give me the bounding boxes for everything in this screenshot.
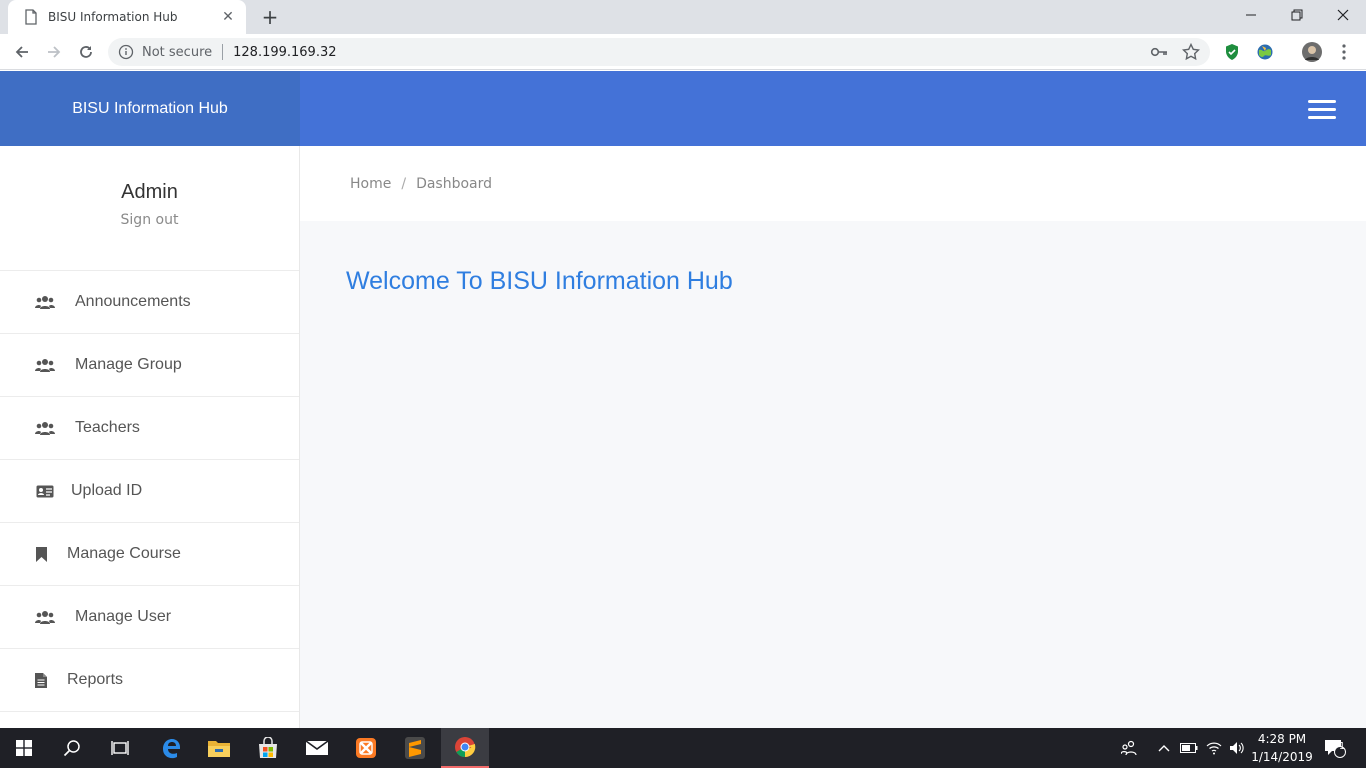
forward-button[interactable] bbox=[42, 40, 66, 64]
globe-extension-icon[interactable] bbox=[1255, 42, 1275, 62]
notification-center-icon[interactable]: 1 bbox=[1320, 728, 1350, 768]
clock-date: 1/14/2019 bbox=[1251, 750, 1313, 764]
info-icon[interactable] bbox=[118, 44, 134, 60]
sidebar-item-teachers[interactable]: Teachers bbox=[0, 397, 299, 460]
sidebar-item-label: Manage Group bbox=[75, 356, 182, 373]
people-icon[interactable] bbox=[1116, 728, 1142, 768]
key-icon[interactable] bbox=[1150, 44, 1168, 60]
edge-browser-icon[interactable] bbox=[147, 728, 195, 768]
sidebar-item-reports[interactable]: Reports bbox=[0, 649, 299, 712]
chrome-icon[interactable] bbox=[441, 728, 489, 768]
address-bar[interactable]: Not secure 128.199.169.32 bbox=[108, 38, 1210, 66]
sign-out-link[interactable]: Sign out bbox=[0, 212, 299, 228]
security-label: Not secure bbox=[142, 44, 213, 60]
back-button[interactable] bbox=[10, 40, 34, 64]
windows-taskbar: 4:28 PM 1/14/2019 1 bbox=[0, 728, 1366, 768]
notification-count: 1 bbox=[1338, 741, 1346, 752]
system-clock[interactable]: 4:28 PM 1/14/2019 bbox=[1250, 730, 1314, 766]
browser-tabstrip: BISU Information Hub ✕ + bbox=[0, 0, 1366, 34]
brand-title[interactable]: BISU Information Hub bbox=[72, 100, 228, 118]
users-icon bbox=[35, 420, 55, 436]
bookmark-icon bbox=[35, 546, 47, 562]
task-view-icon[interactable] bbox=[96, 728, 144, 768]
id-card-icon bbox=[35, 483, 55, 499]
reload-button[interactable] bbox=[74, 40, 98, 64]
sidebar: Admin Sign out Announcements Manage Grou… bbox=[0, 146, 300, 728]
page-icon bbox=[24, 9, 38, 25]
users-icon bbox=[35, 294, 55, 310]
profile-avatar[interactable] bbox=[1302, 42, 1322, 62]
sublime-text-icon[interactable] bbox=[391, 728, 439, 768]
sidebar-item-label: Reports bbox=[67, 671, 124, 688]
file-explorer-icon[interactable] bbox=[195, 728, 243, 768]
sidebar-item-label: Manage Course bbox=[67, 545, 181, 562]
volume-icon[interactable] bbox=[1226, 728, 1248, 768]
battery-icon[interactable] bbox=[1178, 728, 1200, 768]
store-icon[interactable] bbox=[244, 728, 292, 768]
sidebar-item-announcements[interactable]: Announcements bbox=[0, 271, 299, 334]
clock-time: 4:28 PM bbox=[1257, 732, 1307, 746]
sidebar-item-label: Teachers bbox=[75, 419, 140, 436]
address-separator bbox=[222, 44, 224, 60]
bookmark-star-icon[interactable] bbox=[1182, 43, 1200, 61]
users-icon bbox=[35, 357, 55, 373]
breadcrumb-current: Dashboard bbox=[416, 175, 493, 192]
sidebar-item-manage-user[interactable]: Manage User bbox=[0, 586, 299, 649]
wifi-icon[interactable] bbox=[1203, 728, 1225, 768]
chrome-menu-icon[interactable] bbox=[1334, 42, 1354, 62]
close-window-button[interactable] bbox=[1320, 0, 1366, 30]
hamburger-menu-icon[interactable] bbox=[1308, 100, 1336, 120]
breadcrumb-home[interactable]: Home bbox=[350, 176, 391, 192]
new-tab-button[interactable]: + bbox=[258, 5, 282, 29]
tab-title: BISU Information Hub bbox=[48, 10, 178, 24]
sidebar-item-upload-id[interactable]: Upload ID bbox=[0, 460, 299, 523]
page-title: Welcome To BISU Information Hub bbox=[346, 267, 733, 295]
browser-tab[interactable]: BISU Information Hub ✕ bbox=[8, 0, 246, 34]
brand-header[interactable]: BISU Information Hub bbox=[0, 71, 300, 146]
browser-toolbar: Not secure 128.199.169.32 bbox=[0, 34, 1366, 70]
mail-icon[interactable] bbox=[293, 728, 341, 768]
chevron-up-icon[interactable] bbox=[1154, 728, 1174, 768]
breadcrumb: Home / Dashboard bbox=[300, 146, 1366, 221]
sidebar-item-label: Manage User bbox=[75, 608, 172, 625]
breadcrumb-separator: / bbox=[401, 175, 407, 192]
user-profile: Admin Sign out bbox=[0, 146, 299, 271]
sidebar-item-manage-group[interactable]: Manage Group bbox=[0, 334, 299, 397]
sidebar-item-manage-course[interactable]: Manage Course bbox=[0, 523, 299, 586]
file-icon bbox=[35, 672, 47, 688]
username: Admin bbox=[121, 181, 178, 203]
minimize-button[interactable] bbox=[1228, 0, 1274, 30]
windows-start-icon[interactable] bbox=[0, 728, 48, 768]
xampp-icon[interactable] bbox=[342, 728, 390, 768]
tab-close-icon[interactable]: ✕ bbox=[220, 9, 236, 25]
sidebar-item-label: Upload ID bbox=[71, 482, 143, 499]
users-icon bbox=[35, 609, 55, 625]
shield-extension-icon[interactable] bbox=[1222, 42, 1242, 62]
sidebar-item-label: Announcements bbox=[75, 293, 191, 310]
search-icon[interactable] bbox=[48, 728, 96, 768]
main-content: Welcome To BISU Information Hub bbox=[300, 221, 1366, 728]
top-navbar bbox=[300, 71, 1366, 146]
url-text[interactable]: 128.199.169.32 bbox=[233, 45, 336, 60]
restore-button[interactable] bbox=[1274, 0, 1320, 30]
